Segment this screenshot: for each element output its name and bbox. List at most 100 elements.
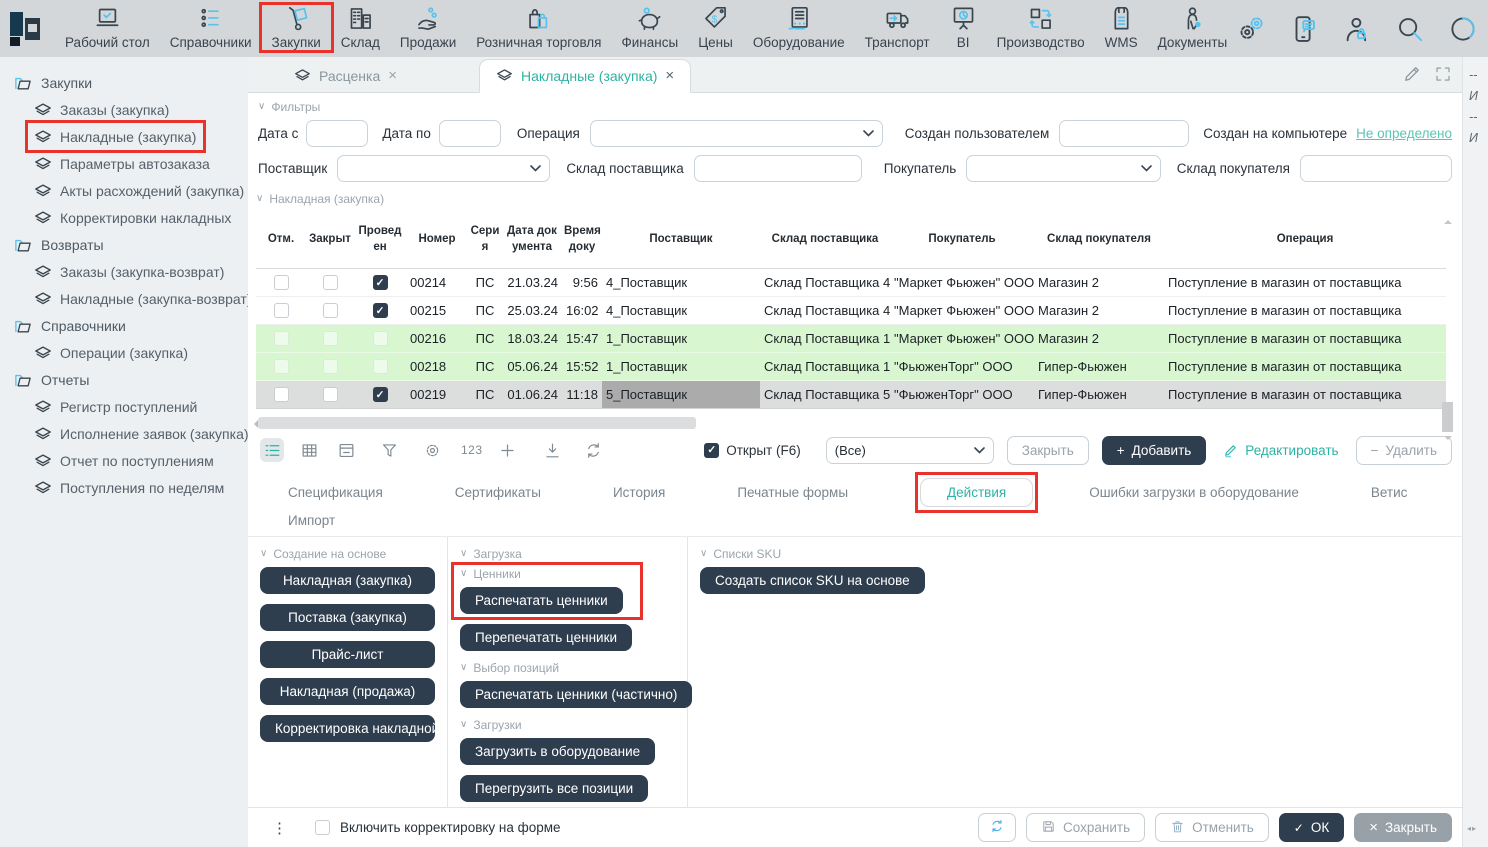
otm-checkbox[interactable] [274,331,289,346]
print-price-tags-partial-button[interactable]: Распечатать ценники (частично) [460,681,692,708]
col-header[interactable]: Серия [468,212,502,268]
nav-item-transport[interactable]: Транспорт [856,0,939,57]
cancel-button[interactable]: Отменить [1155,813,1269,842]
nav-item-wms[interactable]: WMS [1096,0,1147,57]
price-tags-header[interactable]: ∨ Ценники [460,567,675,581]
created-on-computer-link[interactable]: Не определено [1356,126,1452,141]
grid-view-icon[interactable] [297,438,321,462]
posted-checkbox[interactable] [373,331,388,346]
tree-item-invoices-purchase[interactable]: Накладные (закупка) [34,123,196,150]
edit-pencil-icon[interactable] [1402,64,1422,84]
tree-item-requests-fulfillment[interactable]: Исполнение заявок (закупка) [34,420,248,447]
add-button[interactable]: +Добавить [1102,436,1207,465]
tree-item-operations-purchase[interactable]: Операции (закупка) [34,339,188,366]
nav-item-bi[interactable]: BI [941,0,986,57]
open-f6-checkbox[interactable]: ✓ [704,443,719,458]
table-row[interactable]: 00216 ПС 18.03.24 15:47 1_Поставщик Скла… [256,324,1446,352]
load-to-equipment-button[interactable]: Загрузить в оборудование [460,738,655,765]
refresh-icon[interactable] [582,438,606,462]
settings-gear-icon[interactable] [420,438,444,462]
date-from-input[interactable] [306,120,368,147]
closed-checkbox[interactable] [323,331,338,346]
col-header[interactable]: Операция [1164,212,1446,268]
enable-correction-checkbox[interactable] [315,820,330,835]
search-icon[interactable] [1395,14,1425,44]
nav-item-warehouse[interactable]: Склад [332,0,389,57]
posted-checkbox[interactable]: ✓ [373,303,388,318]
fullscreen-expand-icon[interactable] [1434,65,1452,83]
tree-item-invoice-corrections[interactable]: Корректировки накладных [34,204,231,231]
col-header[interactable]: Склад покупателя [1034,212,1164,268]
refresh-button[interactable] [978,813,1016,842]
create-invoice-sale-button[interactable]: Накладная (продажа) [260,678,435,705]
nav-item-equipment[interactable]: Оборудование [744,0,854,57]
posted-checkbox[interactable]: ✓ [373,275,388,290]
posted-checkbox[interactable] [373,359,388,374]
vertical-scrollbar[interactable] [1442,216,1454,444]
position-select-header[interactable]: ∨ Выбор позиций [460,661,675,675]
scroll-up-arrow-icon[interactable] [1444,216,1452,224]
col-header[interactable]: Дата документа [502,212,562,268]
nav-item-documents[interactable]: Документы [1149,0,1237,57]
support-chat-icon[interactable] [1289,14,1319,44]
kebab-menu-icon[interactable]: ⋮ [272,819,287,837]
closed-checkbox[interactable] [323,387,338,402]
print-price-tags-button[interactable]: Распечатать ценники [460,587,623,614]
list-view-icon[interactable] [260,438,284,462]
reprint-price-tags-button[interactable]: Перепечатать ценники [460,624,632,651]
tree-item-receipts-report[interactable]: Отчет по поступлениям [34,447,214,474]
tree-folder-reports[interactable]: Отчеты [14,366,248,393]
posted-checkbox[interactable]: ✓ [373,387,388,402]
nav-item-retail[interactable]: Розничная торговля [467,0,610,57]
vertical-scrollbar-thumb[interactable] [1442,402,1453,432]
numbering-icon[interactable]: 123 [461,443,483,457]
col-header[interactable]: Покупатель [890,212,1034,268]
operation-select[interactable] [590,120,883,147]
loads-header[interactable]: ∨ Загрузки [460,718,675,732]
nav-item-prices[interactable]: $ Цены [689,0,742,57]
session-clock-icon[interactable] [1448,14,1478,44]
load-header[interactable]: ∨ Загрузка [460,547,675,561]
date-to-input[interactable] [439,120,501,147]
table-row[interactable]: ✓ 00215 ПС 25.03.24 16:02 4_Поставщик Ск… [256,296,1446,324]
otm-checkbox[interactable] [274,275,289,290]
tab-nakladnye-zakupka[interactable]: Накладные (закупка) × [479,59,691,93]
otm-checkbox[interactable] [274,359,289,374]
nav-item-production[interactable]: Производство [988,0,1094,57]
col-header[interactable]: Проведен [354,212,406,268]
otm-checkbox[interactable] [274,303,289,318]
tree-item-receipts-by-week[interactable]: Поступления по неделям [34,474,224,501]
closed-checkbox[interactable] [323,303,338,318]
tree-item-invoices-return[interactable]: Накладные (закупка-возврат) [34,285,248,312]
scroll-left-arrow-icon[interactable] [250,420,258,428]
dtab-import[interactable]: Импорт [288,507,335,534]
user-lock-icon[interactable] [1342,14,1372,44]
tree-folder-catalogs[interactable]: Справочники [14,312,248,339]
card-view-icon[interactable] [334,438,358,462]
tree-item-orders-purchase[interactable]: Заказы (закупка) [34,96,169,123]
tree-folder-purchases[interactable]: Закупки [14,69,248,96]
delete-button[interactable]: −Удалить [1356,436,1452,465]
save-button[interactable]: Сохранить [1026,813,1145,842]
nav-item-purchases[interactable]: Закупки [263,0,330,57]
resize-handle-icon[interactable]: ◂▸ [1467,818,1477,839]
col-header[interactable]: Закрыт [306,212,354,268]
table-row[interactable]: 00218 ПС 05.06.24 15:52 1_Поставщик Скла… [256,352,1446,380]
tree-item-receipts-register[interactable]: Регистр поступлений [34,393,197,420]
create-supply-purchase-button[interactable]: Поставка (закупка) [260,604,435,631]
dtab-vetis[interactable]: Ветис [1371,479,1408,506]
sku-lists-header[interactable]: ∨ Списки SKU [700,547,1450,561]
supplier-select[interactable] [337,155,550,182]
table-row-selected[interactable]: ✓ 00219 ПС 01.06.24 11:18 5_Поставщик Ск… [256,380,1446,408]
col-header[interactable]: Время доку [562,212,602,268]
closed-checkbox[interactable] [323,359,338,374]
tree-item-autoorder-params[interactable]: Параметры автозаказа [34,150,210,177]
dtab-equipment-errors[interactable]: Ошибки загрузки в оборудование [1089,479,1299,506]
close-tab-icon[interactable]: × [665,67,674,84]
ok-button[interactable]: ✓ ОК [1279,813,1344,842]
created-by-input[interactable] [1059,120,1189,147]
create-sku-list-button[interactable]: Создать список SKU на основе [700,567,925,594]
nav-item-sales[interactable]: Продажи [391,0,465,57]
otm-checkbox[interactable] [274,387,289,402]
tree-item-orders-return[interactable]: Заказы (закупка-возврат) [34,258,224,285]
